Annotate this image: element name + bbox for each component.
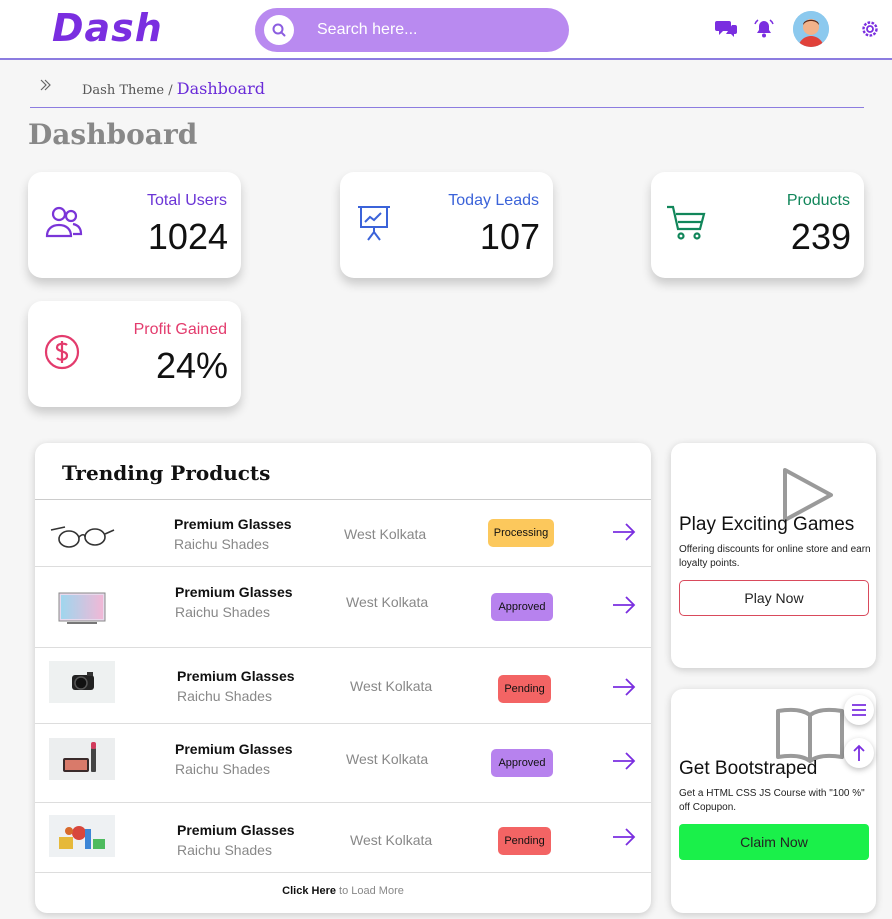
breadcrumb: Dash Theme / Dashboard [30,74,864,108]
promo-title: Play Exciting Games [679,514,855,535]
search-input[interactable] [317,8,557,52]
tv-image [49,587,115,629]
promo-title: Get Bootstraped [679,758,818,779]
load-more-link[interactable]: Click Here [282,885,336,897]
product-location: West Kolkata [350,832,433,848]
trending-title: Trending Products [62,461,271,485]
gear-icon[interactable] [855,14,885,44]
status-badge: Pending [498,675,551,703]
stat-card-profit-gained[interactable]: Profit Gained 24% [28,301,241,407]
stat-value: 107 [479,216,540,257]
bell-icon[interactable] [749,14,779,44]
stat-label: Today Leads [448,192,539,209]
stat-card-products[interactable]: Products 239 [651,172,864,278]
product-name: Premium Glasses [174,516,292,532]
stat-label: Total Users [146,192,227,209]
arrow-right-icon[interactable] [611,677,637,697]
product-brand: Raichu Shades [177,688,272,704]
stat-card-total-users[interactable]: Total Users 1024 [28,172,241,278]
chat-icon[interactable] [711,14,741,44]
product-location: West Kolkata [350,678,433,694]
camera-image [49,661,115,703]
promo-description: Offering discounts for online store and … [679,544,871,569]
arrow-right-icon[interactable] [611,827,637,847]
app-logo[interactable]: Dash [52,6,163,50]
stat-card-today-leads[interactable]: Today Leads 107 [340,172,553,278]
product-location: West Kolkata [346,594,429,610]
dollar-icon [42,331,86,375]
product-brand: Raichu Shades [177,842,272,858]
product-location: West Kolkata [344,526,427,542]
stat-value: 24% [155,345,228,386]
trending-products-panel: Trending Products Premium Glasses Raichu… [35,443,651,913]
table-row[interactable]: Premium Glasses Raichu Shades West Kolka… [35,724,651,803]
breadcrumb-trail: Dash Theme / Dashboard [82,79,265,98]
users-icon [42,202,86,246]
stat-label: Products [786,192,850,209]
product-name: Premium Glasses [177,822,295,838]
page-title: Dashboard [28,118,198,151]
breadcrumb-current: Dashboard [176,79,265,98]
product-name: Premium Glasses [175,741,293,757]
arrow-right-icon[interactable] [611,751,637,771]
toys-image [49,815,115,857]
double-chevron-right-icon[interactable] [38,78,52,97]
arrow-right-icon[interactable] [611,595,637,615]
table-row[interactable]: Premium Glasses Raichu Shades West Kolka… [35,648,651,724]
play-now-button[interactable]: Play Now [679,580,869,616]
presentation-chart-icon [354,202,398,246]
stat-label: Profit Gained [133,321,227,338]
status-badge: Pending [498,827,551,855]
arrow-up-icon[interactable] [844,738,874,768]
cart-icon [665,202,709,246]
glasses-image [49,512,115,554]
makeup-image [49,738,115,780]
status-badge: Processing [488,519,554,547]
search-bar [255,8,569,52]
promo-description: Get a HTML CSS JS Course with "100 %" of… [679,788,865,813]
breadcrumb-separator: / [164,83,177,98]
product-name: Premium Glasses [177,668,295,684]
status-badge: Approved [491,593,553,621]
avatar[interactable] [793,11,829,47]
table-row[interactable]: Premium Glasses Raichu Shades West Kolka… [35,500,651,567]
menu-icon[interactable] [844,695,874,725]
promo-card-bootstrap: Get Bootstraped Get a HTML CSS JS Course… [671,689,876,913]
status-badge: Approved [491,749,553,777]
search-icon[interactable] [264,15,294,45]
stat-value: 1024 [147,216,228,257]
product-brand: Raichu Shades [174,536,269,552]
product-name: Premium Glasses [175,584,293,600]
stat-value: 239 [790,216,851,257]
product-location: West Kolkata [346,751,429,767]
arrow-right-icon[interactable] [611,522,637,542]
breadcrumb-parent[interactable]: Dash Theme [82,83,164,98]
load-more: Click Here to Load More [35,885,651,897]
table-row[interactable]: Premium Glasses Raichu Shades West Kolka… [35,803,651,873]
promo-card-games: Play Exciting Games Offering discounts f… [671,443,876,668]
top-bar: Dash [0,0,892,60]
product-brand: Raichu Shades [175,761,270,777]
product-brand: Raichu Shades [175,604,270,620]
table-row[interactable]: Premium Glasses Raichu Shades West Kolka… [35,567,651,648]
load-more-text: to Load More [335,885,404,897]
claim-now-button[interactable]: Claim Now [679,824,869,860]
